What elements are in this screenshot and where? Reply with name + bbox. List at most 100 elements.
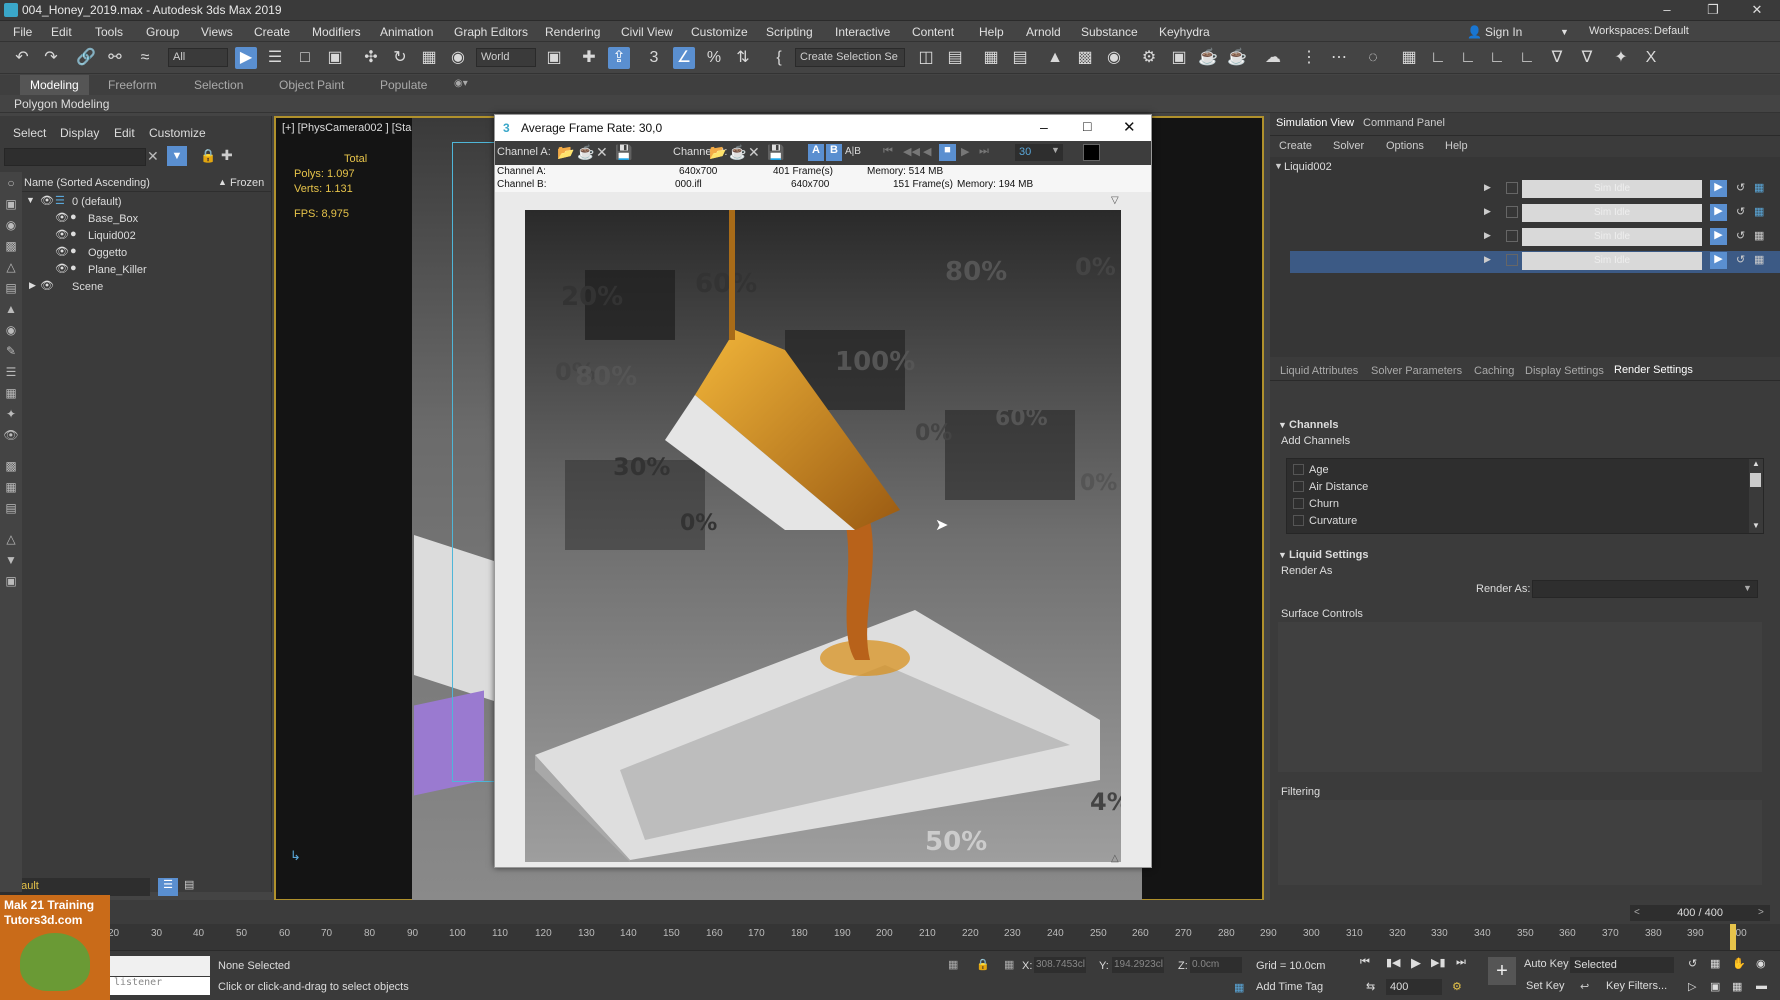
sim-play-icon[interactable]: ▶ [1710, 252, 1727, 269]
selection-lock-icon[interactable]: 🔒 [976, 958, 990, 971]
scene-menu-edit[interactable]: Edit [114, 126, 135, 140]
tab-freeform[interactable]: Freeform [108, 78, 157, 92]
next-frame-icon[interactable]: ▶▮ [1431, 956, 1446, 969]
isolate-selection-icon[interactable]: ▦ [948, 958, 958, 971]
pivot-center-icon[interactable]: ▣ [543, 47, 565, 69]
select-object-icon[interactable]: ▶ [235, 47, 257, 69]
scene-row-liquid002[interactable]: 👁 ● Liquid002 [22, 228, 270, 245]
window-crossing-icon[interactable]: ▣ [324, 47, 346, 69]
menu-help[interactable]: Help [979, 25, 1004, 39]
menu-tools[interactable]: Tools [95, 25, 123, 39]
absolute-mode-icon[interactable]: ▦ [1004, 958, 1014, 971]
motion-tab-icon[interactable]: ▩ [3, 239, 19, 253]
sim-menu-create[interactable]: Create [1279, 140, 1312, 152]
menu-customize[interactable]: Customize [691, 25, 748, 39]
open-channel-b-icon[interactable]: 📂 [709, 144, 726, 161]
ram-player-maximize-button[interactable]: □ [1083, 118, 1091, 134]
sim-cache-icon[interactable]: ▦ [1754, 253, 1764, 266]
channel-b-toggle-icon[interactable]: B [826, 144, 842, 161]
toggle-scene-explorer-icon[interactable]: ▦ [980, 47, 1002, 69]
material-editor-icon[interactable]: ◉ [1103, 47, 1125, 69]
tab-solver-parameters[interactable]: Solver Parameters [1371, 365, 1462, 377]
snaps-toggle-icon[interactable]: 3 [643, 47, 665, 69]
keyhydra-tool-7-icon[interactable]: ∇ [1576, 47, 1598, 69]
go-to-end-icon[interactable]: ⏭ [1456, 956, 1466, 969]
scroll-down-icon[interactable]: ▼ [1752, 521, 1760, 530]
rotate-icon[interactable]: ↻ [389, 47, 411, 69]
save-channel-a-icon[interactable]: 💾 [615, 144, 632, 161]
zoom-all-icon[interactable]: ▦ [1710, 957, 1720, 970]
walkthrough-icon[interactable]: ▬ [1756, 980, 1767, 992]
x-coordinate-field[interactable]: 308.7453cl [1034, 957, 1086, 973]
fov-icon[interactable]: ▷ [1688, 980, 1696, 993]
time-slider[interactable]: < 400 / 400 > [1630, 905, 1770, 921]
keyhydra-tool-4-icon[interactable]: ∟ [1486, 47, 1508, 69]
sim-tree-row[interactable]: ▶ Sim Idle ▶ ↺ ▦ [1270, 203, 1780, 225]
scene-row-base-box[interactable]: 👁 ● Base_Box [22, 211, 270, 228]
channel-item-curvature[interactable]: Curvature [1287, 513, 1747, 530]
play-forward-icon[interactable]: ▶ [961, 145, 969, 158]
toggle-layer-explorer-icon[interactable]: ▤ [1009, 47, 1031, 69]
sim-tree-root[interactable]: Liquid002 [1284, 161, 1332, 173]
play-icon[interactable]: ▶ [1484, 206, 1491, 217]
unlink-icon[interactable]: ⚯ [104, 47, 126, 69]
render-as-select[interactable]: ▼ [1532, 580, 1758, 598]
sim-menu-help[interactable]: Help [1445, 140, 1468, 152]
tab-liquid-attributes[interactable]: Liquid Attributes [1280, 365, 1358, 377]
user-icon[interactable]: 👤 [1467, 25, 1482, 39]
sim-checkbox[interactable] [1506, 206, 1518, 218]
tool-19-icon[interactable]: ▣ [3, 574, 19, 588]
render-iterative-icon[interactable]: ☕ [1226, 47, 1248, 69]
tool-17-icon[interactable]: △ [3, 532, 19, 546]
menu-views[interactable]: Views [201, 25, 233, 39]
channel-checkbox[interactable] [1293, 498, 1304, 509]
scene-row-oggetto[interactable]: 👁 ● Oggetto [22, 245, 270, 262]
curve-editor-icon[interactable]: ▲ [1044, 47, 1066, 69]
sim-reset-icon[interactable]: ↺ [1736, 253, 1745, 266]
tab-display-settings[interactable]: Display Settings [1525, 365, 1604, 377]
menu-rendering[interactable]: Rendering [545, 25, 600, 39]
scene-explorer-mode-icon[interactable]: ☰ [158, 878, 178, 896]
link-icon[interactable]: 🔗 [75, 47, 97, 69]
sim-play-icon[interactable]: ▶ [1710, 204, 1727, 221]
channel-checkbox[interactable] [1293, 515, 1304, 526]
keyhydra-tool-3-icon[interactable]: ∟ [1457, 47, 1479, 69]
hierarchy-tab-icon[interactable]: ◉ [3, 218, 19, 232]
go-to-start-icon[interactable]: ⏮ [883, 145, 893, 158]
rect-selection-icon[interactable]: □ [294, 47, 316, 69]
play-icon[interactable]: ▶ [1484, 254, 1491, 265]
undo-icon[interactable]: ↶ [11, 47, 33, 69]
play-reverse-icon[interactable]: ◀ [923, 145, 931, 158]
place-icon[interactable]: ◉ [447, 47, 469, 69]
sim-tree-row[interactable]: ▶ Sim Idle ▶ ↺ ▦ [1270, 179, 1780, 201]
tool-15-icon[interactable]: ▦ [3, 480, 19, 494]
named-selection-set-select[interactable]: Create Selection Se [795, 48, 905, 67]
sim-reset-icon[interactable]: ↺ [1736, 229, 1745, 242]
align-icon[interactable]: ▤ [944, 47, 966, 69]
timeline-track[interactable]: 20 30 40 50 60 70 80 90 100 110 120 130 140 150 160 170… [108, 924, 1780, 950]
sim-play-icon[interactable]: ▶ [1710, 180, 1727, 197]
select-by-name-icon[interactable]: ☰ [264, 47, 286, 69]
key-mode-select[interactable]: Selected [1570, 957, 1674, 973]
tool-8-icon[interactable]: ◉ [3, 323, 19, 337]
listener-input[interactable]: listener [110, 977, 210, 995]
eye-icon[interactable]: 👁 [40, 194, 54, 207]
align-grid-icon[interactable]: ⋯ [1328, 47, 1350, 69]
channel-checkbox[interactable] [1293, 481, 1304, 492]
menu-substance[interactable]: Substance [1081, 25, 1138, 39]
key-filters-button[interactable]: Key Filters... [1606, 980, 1667, 992]
color-swatch[interactable] [1083, 144, 1100, 161]
menu-content[interactable]: Content [912, 25, 954, 39]
tab-object-paint[interactable]: Object Paint [279, 78, 344, 92]
play-icon[interactable]: ▶ [1484, 230, 1491, 241]
menu-create[interactable]: Create [254, 25, 290, 39]
open-last-render-b-icon[interactable]: ☕ [729, 144, 746, 161]
channel-item-age[interactable]: Age [1287, 462, 1747, 479]
minimize-button[interactable]: – [1644, 0, 1690, 21]
open-last-render-a-icon[interactable]: ☕ [577, 144, 594, 161]
tool-10-icon[interactable]: ☰ [3, 365, 19, 379]
tab-caching[interactable]: Caching [1474, 365, 1514, 377]
tool-7-icon[interactable]: ▲ [3, 302, 19, 316]
ribbon-options-icon[interactable]: ◉▾ [454, 78, 468, 89]
channels-list[interactable]: Age Air Distance Churn Curvature ▲ ▼ [1286, 458, 1764, 534]
